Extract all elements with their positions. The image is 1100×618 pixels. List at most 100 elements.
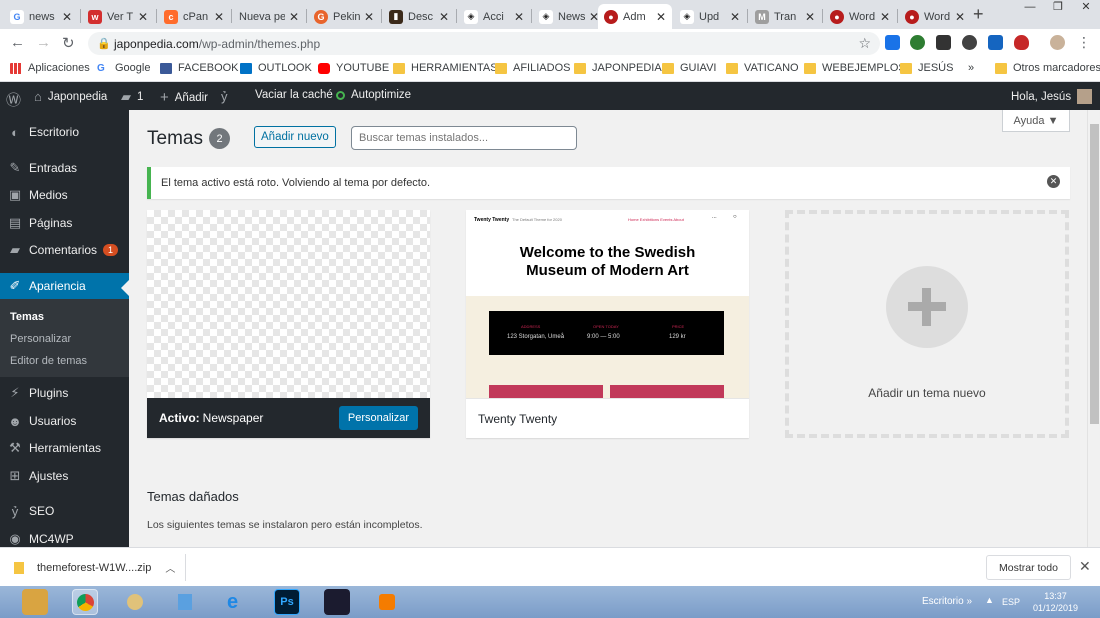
cube-extension-icon[interactable] xyxy=(988,35,1003,50)
clear-cache-link[interactable]: Vaciar la caché xyxy=(255,89,333,101)
sidebar-item-mc4wp[interactable]: ◉ MC4WP xyxy=(0,526,129,547)
forward-icon[interactable]: → xyxy=(36,34,51,51)
sidebar-item-posts[interactable]: ✎ Entradas xyxy=(0,155,129,181)
search-themes-input[interactable] xyxy=(351,126,577,150)
yoast-link[interactable]: ỷ xyxy=(221,89,234,104)
chrome-icon[interactable] xyxy=(72,589,98,615)
browser-tab[interactable]: ◈ News ✕ xyxy=(533,4,605,29)
bookmark-other[interactable]: Otros marcadores xyxy=(995,62,1100,74)
bookmark-google[interactable]: G Google xyxy=(97,62,150,74)
add-new-theme-button[interactable]: Añadir nuevo xyxy=(254,126,336,148)
browser-tab[interactable]: ◈ Acci ✕ xyxy=(458,4,530,29)
bookmark-outlook[interactable]: OUTLOOK xyxy=(240,62,312,74)
bookmark-folder[interactable]: VATICANO xyxy=(726,62,799,74)
desktop-toolbar-label[interactable]: Escritorio » xyxy=(922,596,972,607)
close-icon[interactable]: ✕ xyxy=(62,10,72,24)
theme-card-active[interactable]: Activo: Newspaper Personalizar xyxy=(147,210,430,438)
chevron-up-icon[interactable]: ︿ xyxy=(165,560,175,575)
browser-tab[interactable]: w Ver T ✕ xyxy=(82,4,154,29)
bookmark-folder[interactable]: GUIAVI xyxy=(662,62,716,74)
close-icon[interactable]: ✕ xyxy=(805,10,815,24)
back-icon[interactable]: ← xyxy=(10,34,25,51)
dismiss-icon[interactable]: ✕ xyxy=(1047,175,1060,188)
wp-logo-button[interactable]: Ⓦ xyxy=(6,89,27,110)
browser-tab[interactable]: c cPan ✕ xyxy=(158,4,230,29)
minimize-icon[interactable]: — xyxy=(1016,0,1044,29)
sidebar-item-pages[interactable]: ▤ Páginas xyxy=(0,210,129,236)
close-icon[interactable]: ✕ xyxy=(138,10,148,24)
taskbar-clock[interactable]: 13:37 01/12/2019 xyxy=(1033,590,1078,614)
internet-explorer-icon[interactable]: e xyxy=(224,589,250,615)
address-bar[interactable]: 🔒 japonpedia.com/wp-admin/themes.php ☆ xyxy=(88,32,880,55)
customize-button[interactable]: Personalizar xyxy=(338,406,418,430)
notepad-icon[interactable] xyxy=(173,589,199,615)
trash-extension-icon[interactable] xyxy=(885,35,900,50)
my-account-link[interactable]: Hola, Jesús xyxy=(1011,89,1093,104)
sidebar-item-dashboard[interactable]: ◐ Escritorio xyxy=(0,119,129,145)
bookmark-youtube[interactable]: YOUTUBE xyxy=(318,62,389,74)
shield-extension-icon[interactable] xyxy=(1014,35,1029,50)
sidebar-item-tools[interactable]: ⚒ Herramientas xyxy=(0,435,129,461)
bookmark-folder[interactable]: JESÚS xyxy=(900,62,953,74)
bookmark-apps[interactable]: Aplicaciones xyxy=(10,62,90,74)
comments-link[interactable]: ▰ 1 xyxy=(121,89,143,105)
browser-tab[interactable]: M Tran ✕ xyxy=(749,4,821,29)
video-editor-icon[interactable] xyxy=(324,589,350,615)
bookmarks-overflow[interactable]: » xyxy=(968,62,974,74)
bookmark-star-icon[interactable]: ☆ xyxy=(858,35,871,52)
bookmark-facebook[interactable]: FACEBOOK xyxy=(160,62,239,74)
browser-tab[interactable]: G Pekin ✕ xyxy=(308,4,380,29)
new-tab-button[interactable]: + xyxy=(973,4,984,25)
theme-card-twenty-twenty[interactable]: Twenty Twenty The Default Theme for 2020… xyxy=(466,210,749,438)
close-icon[interactable]: ✕ xyxy=(214,10,224,24)
sidebar-item-users[interactable]: ☻ Usuarios xyxy=(0,408,129,434)
tray-up-arrow-icon[interactable]: ▲ xyxy=(985,595,994,605)
language-indicator[interactable]: ESP xyxy=(1002,597,1020,607)
sidebar-item-seo[interactable]: ỷ SEO xyxy=(0,498,129,524)
close-icon[interactable]: ✕ xyxy=(289,10,299,24)
close-icon[interactable]: ✕ xyxy=(730,10,740,24)
bookmark-folder[interactable]: AFILIADOS xyxy=(495,62,570,74)
photoshop-icon[interactable]: Ps xyxy=(274,589,300,615)
browser-tab[interactable]: ◈ Upd ✕ xyxy=(674,4,746,29)
submenu-customize[interactable]: Personalizar xyxy=(10,333,71,345)
file-explorer-icon[interactable] xyxy=(22,589,48,615)
page-scrollbar[interactable] xyxy=(1087,110,1100,547)
add-new-link[interactable]: + Añadir xyxy=(160,89,208,106)
sidebar-item-appearance[interactable]: ✐ Apariencia xyxy=(0,273,129,299)
scrollbar-thumb[interactable] xyxy=(1090,124,1099,424)
close-icon[interactable]: ✕ xyxy=(514,10,524,24)
reload-icon[interactable]: ↻ xyxy=(62,34,75,52)
submenu-theme-editor[interactable]: Editor de temas xyxy=(10,355,87,367)
show-all-downloads-button[interactable]: Mostrar todo xyxy=(986,555,1071,580)
sidebar-item-media[interactable]: ▣ Medios xyxy=(0,182,129,208)
sidebar-item-plugins[interactable]: ⚡ Plugins xyxy=(0,380,129,406)
close-icon[interactable]: ✕ xyxy=(1079,558,1091,575)
add-new-theme-card[interactable]: Añadir un tema nuevo xyxy=(785,210,1069,438)
sidebar-item-settings[interactable]: ⊞ Ajustes xyxy=(0,463,129,489)
browser-tab[interactable]: ● Word ✕ xyxy=(899,4,971,29)
browser-tab[interactable]: Nueva pe ✕ xyxy=(233,4,305,29)
browser-tab[interactable]: Gnews ✕ xyxy=(4,4,78,29)
media-player-icon[interactable] xyxy=(374,589,400,615)
close-icon[interactable]: ✕ xyxy=(439,10,449,24)
site-name-link[interactable]: ⌂ Japonpedia xyxy=(34,89,107,104)
close-icon[interactable]: ✕ xyxy=(656,10,666,24)
download-item[interactable]: themeforest-W1W....zip ︿ xyxy=(14,560,175,575)
help-tab-button[interactable]: Ayuda ▼ xyxy=(1002,110,1070,132)
browser-tab[interactable]: ▮ Desc ✕ xyxy=(383,4,455,29)
browser-tab[interactable]: ● Word ✕ xyxy=(824,4,896,29)
bookmark-folder[interactable]: WEBEJEMPLOS xyxy=(804,62,906,74)
sync-extension-icon[interactable] xyxy=(910,35,925,50)
gmail-extension-icon[interactable] xyxy=(936,35,951,50)
close-icon[interactable]: ✕ xyxy=(880,10,890,24)
browser-tab-active[interactable]: ● Adm ✕ xyxy=(598,4,672,29)
sidebar-item-comments[interactable]: ▰ Comentarios 1 xyxy=(0,237,129,263)
menu-kebab-icon[interactable]: ⋮ xyxy=(1077,34,1091,51)
paint-icon[interactable] xyxy=(122,589,148,615)
profile-avatar[interactable] xyxy=(1050,35,1065,50)
record-extension-icon[interactable] xyxy=(962,35,977,50)
submenu-themes[interactable]: Temas xyxy=(10,311,44,323)
close-icon[interactable]: ✕ xyxy=(955,10,965,24)
autoptimize-link[interactable]: Autoptimize xyxy=(336,89,411,101)
